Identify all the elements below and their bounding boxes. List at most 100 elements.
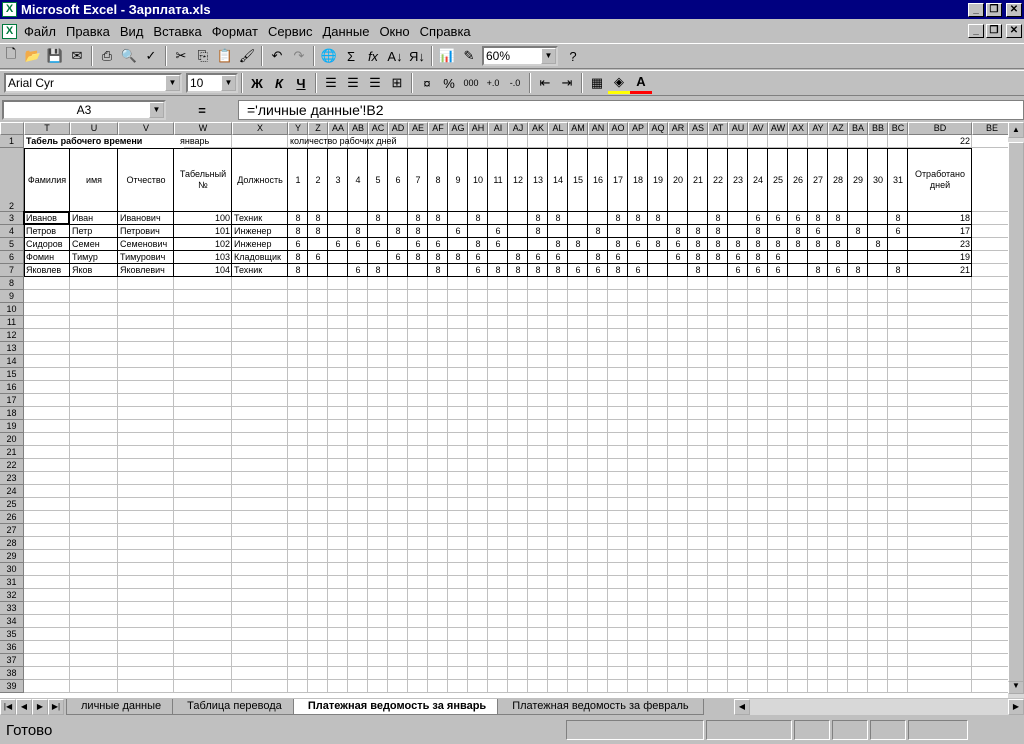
fill-color-icon[interactable]: ◈: [608, 72, 630, 94]
grid-cell[interactable]: [848, 303, 868, 316]
grid-cell[interactable]: [972, 290, 1008, 303]
minimize-button[interactable]: _: [968, 2, 984, 17]
grid-cell[interactable]: [972, 680, 1008, 693]
grid-cell[interactable]: [308, 563, 328, 576]
grid-cell[interactable]: [868, 615, 888, 628]
grid-cell[interactable]: [708, 641, 728, 654]
grid-cell[interactable]: [548, 446, 568, 459]
print-preview-icon[interactable]: 🔍: [118, 45, 140, 67]
grid-cell[interactable]: [548, 563, 568, 576]
grid-cell[interactable]: [708, 576, 728, 589]
column-header[interactable]: AS: [688, 122, 708, 135]
grid-cell[interactable]: [848, 615, 868, 628]
grid-cell[interactable]: [70, 511, 118, 524]
grid-cell[interactable]: [428, 459, 448, 472]
grid-cell[interactable]: [868, 342, 888, 355]
grid-cell[interactable]: [972, 264, 1008, 277]
grid-cell[interactable]: [972, 602, 1008, 615]
grid-cell[interactable]: [828, 563, 848, 576]
grid-cell[interactable]: [118, 537, 174, 550]
grid-cell[interactable]: [508, 472, 528, 485]
grid-cell[interactable]: [828, 407, 848, 420]
grid-cell[interactable]: [118, 680, 174, 693]
grid-cell[interactable]: [768, 135, 788, 148]
grid-cell[interactable]: [368, 277, 388, 290]
grid-cell[interactable]: [908, 537, 972, 550]
grid-cell[interactable]: [548, 615, 568, 628]
grid-cell[interactable]: [508, 329, 528, 342]
grid-cell[interactable]: [368, 628, 388, 641]
grid-cell[interactable]: [748, 368, 768, 381]
grid-cell[interactable]: [232, 550, 288, 563]
grid-cell[interactable]: [788, 641, 808, 654]
column-header[interactable]: BE: [972, 122, 1008, 135]
grid-cell[interactable]: [648, 537, 668, 550]
grid-cell[interactable]: [788, 537, 808, 550]
grid-cell[interactable]: [628, 667, 648, 680]
grid-cell[interactable]: [348, 524, 368, 537]
grid-cell[interactable]: [488, 303, 508, 316]
grid-cell[interactable]: [768, 654, 788, 667]
grid-cell[interactable]: [24, 654, 70, 667]
grid-cell[interactable]: [408, 342, 428, 355]
row-header[interactable]: 4: [0, 225, 24, 238]
grid-cell[interactable]: [288, 290, 308, 303]
grid-cell[interactable]: [768, 628, 788, 641]
grid-cell[interactable]: [748, 498, 768, 511]
grid-cell[interactable]: [708, 394, 728, 407]
grid-cell[interactable]: [348, 485, 368, 498]
column-header[interactable]: AT: [708, 122, 728, 135]
grid-cell[interactable]: [608, 602, 628, 615]
grid-cell[interactable]: [868, 667, 888, 680]
grid-cell[interactable]: [548, 589, 568, 602]
new-icon[interactable]: 🗋: [0, 45, 22, 67]
grid-cell[interactable]: [688, 381, 708, 394]
grid-cell[interactable]: [118, 524, 174, 537]
format-painter-icon[interactable]: 🖌: [236, 45, 258, 67]
grid-cell[interactable]: [568, 303, 588, 316]
grid-cell[interactable]: [972, 485, 1008, 498]
grid-cell[interactable]: [768, 316, 788, 329]
grid-cell[interactable]: [328, 680, 348, 693]
grid-cell[interactable]: [388, 472, 408, 485]
grid-cell[interactable]: [708, 290, 728, 303]
grid-cell[interactable]: [648, 680, 668, 693]
grid-cell[interactable]: [24, 433, 70, 446]
grid-cell[interactable]: [232, 407, 288, 420]
grid-cell[interactable]: [24, 563, 70, 576]
grid-cell[interactable]: [488, 511, 508, 524]
grid-cell[interactable]: [908, 641, 972, 654]
grid-cell[interactable]: [628, 290, 648, 303]
row-header[interactable]: 5: [0, 238, 24, 251]
grid-cell[interactable]: [788, 550, 808, 563]
grid-cell[interactable]: [828, 355, 848, 368]
grid-cell[interactable]: [368, 329, 388, 342]
grid-cell[interactable]: [808, 446, 828, 459]
grid-cell[interactable]: [748, 589, 768, 602]
grid-cell[interactable]: [508, 628, 528, 641]
row-header[interactable]: 36: [0, 641, 24, 654]
grid-cell[interactable]: [868, 654, 888, 667]
grid-cell[interactable]: [118, 394, 174, 407]
grid-cell[interactable]: [232, 135, 288, 148]
grid-cell[interactable]: [888, 342, 908, 355]
grid-cell[interactable]: [118, 641, 174, 654]
grid-cell[interactable]: [368, 511, 388, 524]
grid-cell[interactable]: [348, 511, 368, 524]
grid-cell[interactable]: [528, 654, 548, 667]
column-header[interactable]: AW: [768, 122, 788, 135]
grid-cell[interactable]: [528, 563, 548, 576]
grid-cell[interactable]: [24, 394, 70, 407]
grid-cell[interactable]: [868, 641, 888, 654]
grid-cell[interactable]: [288, 550, 308, 563]
grid-cell[interactable]: [608, 628, 628, 641]
grid-cell[interactable]: [528, 680, 548, 693]
grid-cell[interactable]: [668, 329, 688, 342]
grid-cell[interactable]: [748, 316, 768, 329]
grid-cell[interactable]: [232, 537, 288, 550]
grid-cell[interactable]: [748, 680, 768, 693]
column-header[interactable]: AN: [588, 122, 608, 135]
grid-cell[interactable]: [972, 459, 1008, 472]
grid-cell[interactable]: [708, 135, 728, 148]
grid-cell[interactable]: [528, 433, 548, 446]
